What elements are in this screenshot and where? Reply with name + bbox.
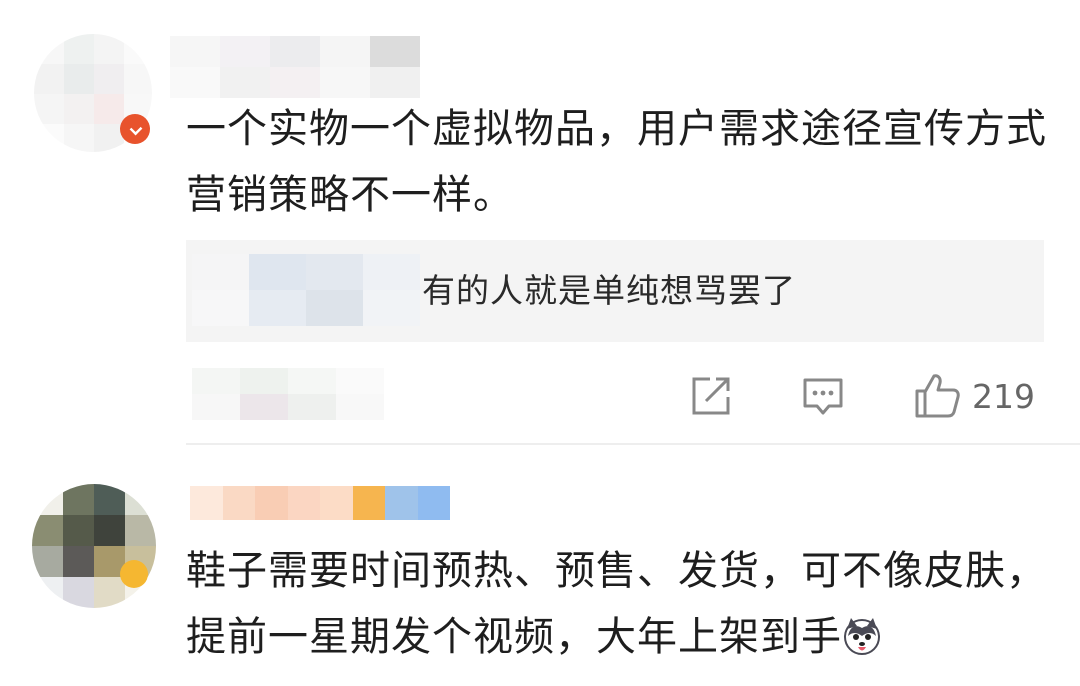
username-mosaic <box>170 36 420 98</box>
timestamp-mosaic <box>192 368 384 420</box>
verified-badge-icon <box>120 560 148 588</box>
reply-text: 有的人就是单纯想骂罢了 <box>422 271 796 310</box>
avatar-blurred[interactable] <box>32 484 156 608</box>
reply-username-mosaic <box>192 254 420 326</box>
reply-username-blurred <box>192 254 420 326</box>
comment-divider <box>186 443 1080 445</box>
comment-text: 鞋子需要时间预热、预售、发货，可不像皮肤，提前一星期发个视频，大年上架到手 <box>186 538 1056 670</box>
verified-badge-icon <box>120 114 150 144</box>
husky-emoji-icon <box>844 618 880 655</box>
timestamp-blurred <box>192 368 384 420</box>
reply-button[interactable] <box>800 370 846 422</box>
reply-preview[interactable]: 有的人就是单纯想骂罢了 <box>186 240 1044 342</box>
share-button[interactable] <box>688 370 734 422</box>
like-button[interactable]: 219 <box>912 370 1035 422</box>
avatar-mosaic <box>32 484 156 608</box>
share-icon <box>692 377 730 415</box>
like-count: 219 <box>972 376 1035 416</box>
username-mosaic <box>190 486 450 520</box>
username-blurred[interactable] <box>170 36 420 98</box>
thumb-up-icon <box>915 374 960 418</box>
comment-icon <box>803 378 843 415</box>
comment-text-content: 鞋子需要时间预热、预售、发货，可不像皮肤，提前一星期发个视频，大年上架到手 <box>186 548 1047 660</box>
username-blurred[interactable] <box>190 486 450 520</box>
comment-text: 一个实物一个虚拟物品，用户需求途径宣传方式营销策略不一样。 <box>186 106 1047 218</box>
